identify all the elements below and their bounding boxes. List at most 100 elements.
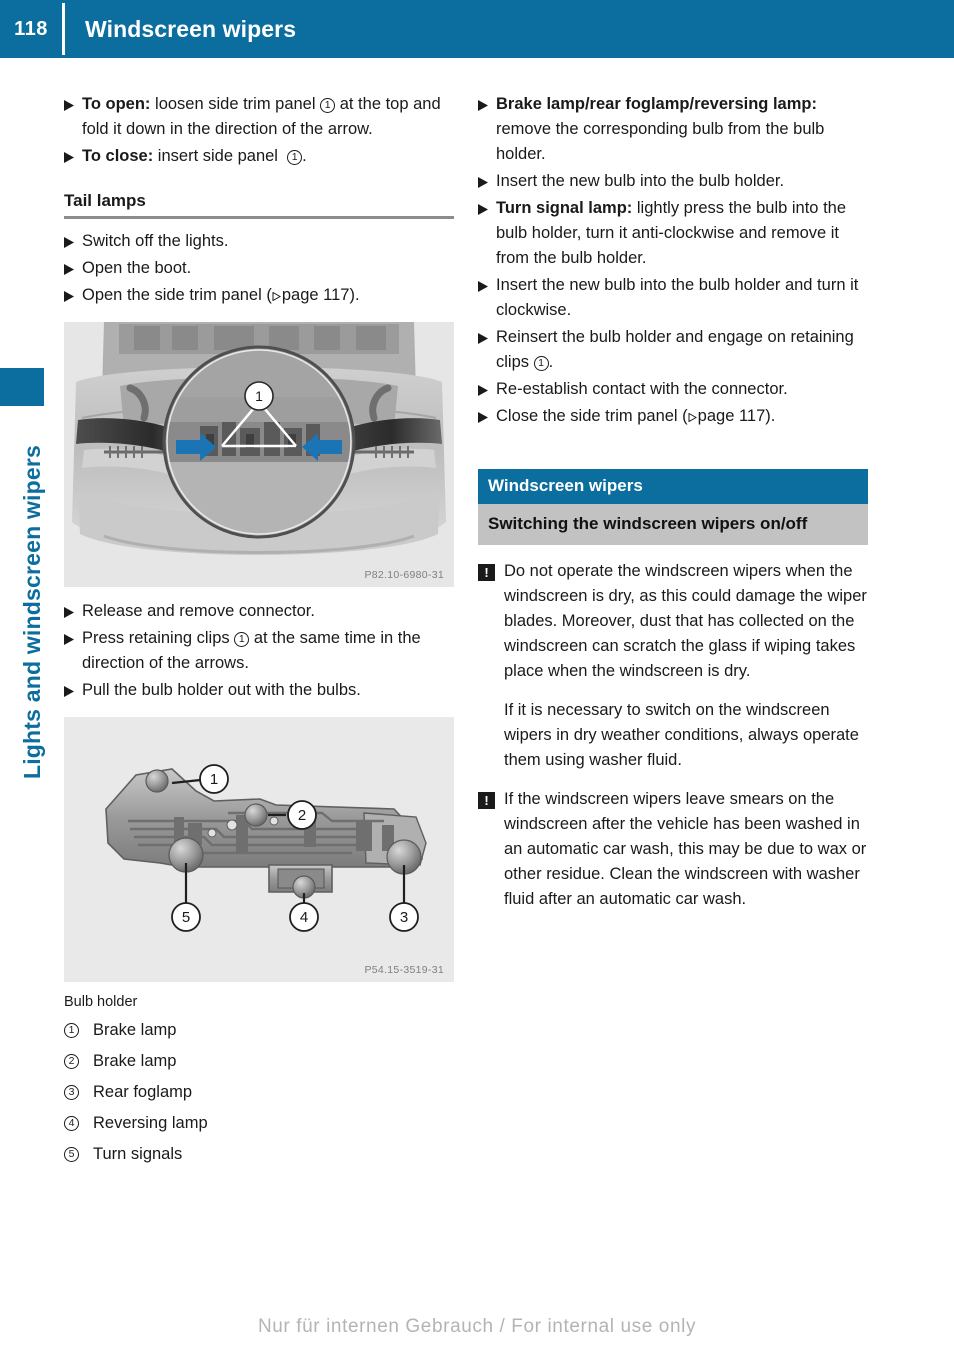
right-column: Brake lamp/rear foglamp/reversing lamp: … <box>478 92 868 912</box>
list-item: Open the boot. <box>64 256 454 281</box>
figure-code: P82.10-6980-31 <box>364 569 444 581</box>
panel-subheading: Switching the windscreen wipers on/off <box>478 504 868 545</box>
warning-note: ! If the windscreen wipers leave smears … <box>478 787 868 912</box>
list-item-text: Open the boot. <box>82 259 192 277</box>
callout-number: 5 <box>64 1147 79 1162</box>
triangle-bullet-icon <box>64 92 82 111</box>
list-item: Press retaining clips 1 at the same time… <box>64 626 454 676</box>
step-text-part: ). <box>765 407 776 425</box>
svg-text:1: 1 <box>255 388 263 404</box>
list-item: Brake lamp/rear foglamp/reversing lamp: … <box>478 92 868 167</box>
callout-number: 1 <box>533 356 549 371</box>
triangle-bullet-icon <box>478 169 496 188</box>
list-item-text: To close: insert side panel 1. <box>82 144 454 169</box>
legend-label: Brake lamp <box>93 1052 177 1070</box>
warning-icon: ! <box>478 564 495 581</box>
callout-number: 2 <box>64 1054 79 1069</box>
legend-label: Reversing lamp <box>93 1114 208 1132</box>
list-item: To open: loosen side trim panel 1 at the… <box>64 92 454 142</box>
list-item: Turn signal lamp: lightly press the bulb… <box>478 196 868 271</box>
list-item: Insert the new bulb into the bulb holder… <box>478 273 868 323</box>
svg-text:5: 5 <box>182 909 190 926</box>
triangle-bullet-icon <box>64 626 82 645</box>
page-reference-label[interactable]: page 117 <box>698 407 766 425</box>
legend-label: Brake lamp <box>93 1021 177 1039</box>
list-item: 4 Reversing lamp <box>64 1108 454 1139</box>
page-reference-icon <box>688 405 697 423</box>
step-text-part: loosen side trim panel <box>150 95 321 113</box>
list-item: 3 Rear foglamp <box>64 1077 454 1108</box>
figure-1-illustration: 1 <box>64 322 454 587</box>
callout-number: 3 <box>64 1085 79 1100</box>
emphasis-label: To open: <box>82 95 151 113</box>
step-text-part: insert side panel <box>153 147 283 165</box>
callout-number: 1 <box>234 632 250 647</box>
figure-2-illustration: 1 2 3 4 5 <box>64 717 454 982</box>
list-item-text: Insert the new bulb into the bulb holder… <box>496 276 859 319</box>
triangle-bullet-icon <box>478 325 496 344</box>
list-item-text: Re-establish contact with the connector. <box>496 380 788 398</box>
triangle-bullet-icon <box>478 377 496 396</box>
page-footer: Nur für internen Gebrauch / For internal… <box>257 1316 697 1337</box>
list-item: Release and remove connector. <box>64 599 454 624</box>
page-number: 118 <box>14 17 48 40</box>
list-item-text: Reinsert the bulb holder and engage on r… <box>496 325 868 375</box>
figure-code: P54.15-3519-31 <box>364 964 444 976</box>
svg-text:1: 1 <box>210 771 218 788</box>
triangle-bullet-icon <box>478 92 496 111</box>
svg-text:2: 2 <box>298 807 306 824</box>
list-item: Close the side trim panel ( page 117). <box>478 404 868 429</box>
list-item: 1 Brake lamp <box>64 1015 454 1046</box>
warning-note: ! Do not operate the windscreen wipers w… <box>478 559 868 684</box>
step-text-part: Open the side trim panel ( <box>82 286 272 304</box>
triangle-bullet-icon <box>64 678 82 697</box>
list-item: Pull the bulb holder out with the bulbs. <box>64 678 454 703</box>
step-text-part: ). <box>349 286 360 304</box>
panel-heading: Windscreen wipers <box>478 469 868 504</box>
list-item-text: Open the side trim panel ( page 117). <box>82 283 454 308</box>
list-item: To close: insert side panel 1. <box>64 144 454 169</box>
warning-note-text: If the windscreen wipers leave smears on… <box>504 790 867 908</box>
page-reference-label[interactable]: page 117 <box>282 286 350 304</box>
warning-note-text: Do not operate the windscreen wipers whe… <box>504 562 867 680</box>
list-item-text: Pull the bulb holder out with the bulbs. <box>82 681 361 699</box>
list-item-text: Switch off the lights. <box>82 232 229 250</box>
svg-text:3: 3 <box>400 909 408 926</box>
step-text-part: . <box>302 147 307 165</box>
section-heading: Tail lamps <box>64 191 146 210</box>
triangle-bullet-icon <box>478 196 496 215</box>
triangle-bullet-icon <box>64 599 82 618</box>
list-item: 2 Brake lamp <box>64 1046 454 1077</box>
list-item: 5 Turn signals <box>64 1139 454 1170</box>
warning-note-paragraph: If it is necessary to switch on the wind… <box>504 701 859 769</box>
left-column: To open: loosen side trim panel 1 at the… <box>64 92 454 1170</box>
page-header: 118 Windscreen wipers <box>0 0 954 58</box>
step-text-part: remove the corresponding bulb from the b… <box>496 120 825 163</box>
figure-rear-lamp-access: 1 P82.10-6980-31 <box>64 322 454 587</box>
page-reference-icon <box>272 284 281 302</box>
list-item: Re-establish contact with the connector. <box>478 377 868 402</box>
emphasis-label: To close: <box>82 147 154 165</box>
step-text-part: Press retaining clips <box>82 629 235 647</box>
figure-bulb-holder: 1 2 3 4 5 P54.15-3519-31 <box>64 717 454 982</box>
manual-page: 118 Windscreen wipers Lights and windscr… <box>0 0 954 1354</box>
triangle-bullet-icon <box>64 256 82 275</box>
warning-icon: ! <box>478 792 495 809</box>
list-item-text: To open: loosen side trim panel 1 at the… <box>82 92 454 142</box>
svg-text:4: 4 <box>300 909 308 926</box>
triangle-bullet-icon <box>64 144 82 163</box>
callout-number: 4 <box>64 1116 79 1131</box>
list-item-text: Insert the new bulb into the bulb holder… <box>496 172 785 190</box>
list-item: Open the side trim panel ( page 117). <box>64 283 454 308</box>
step-text-part: Close the side trim panel ( <box>496 407 688 425</box>
triangle-bullet-icon <box>478 404 496 423</box>
section-heading-rule <box>64 216 454 219</box>
list-item: Insert the new bulb into the bulb holder… <box>478 169 868 194</box>
triangle-bullet-icon <box>478 273 496 292</box>
list-item: Switch off the lights. <box>64 229 454 254</box>
emphasis-label: Brake lamp/rear foglamp/reversing lamp: <box>496 95 817 113</box>
legend-label: Turn signals <box>93 1145 183 1163</box>
triangle-bullet-icon <box>64 283 82 302</box>
step-text-part: . <box>548 353 554 371</box>
